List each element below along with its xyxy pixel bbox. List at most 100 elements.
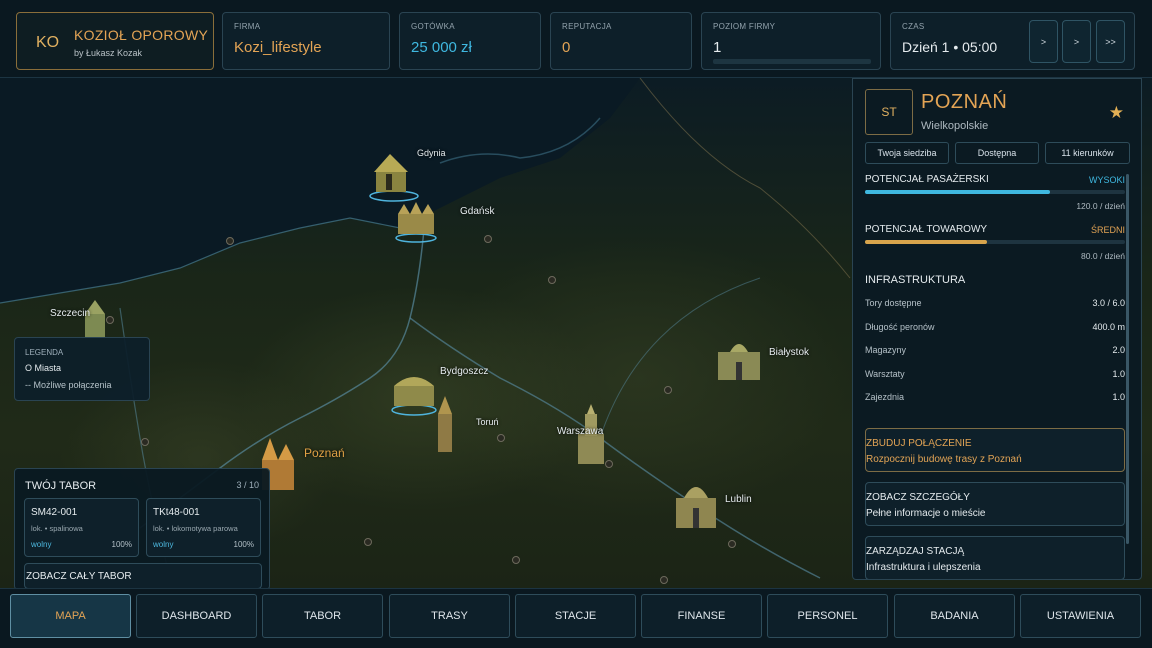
nav-tab-ustawienia[interactable]: USTAWIENIA bbox=[1020, 594, 1141, 638]
level-label: POZIOM FIRMY bbox=[713, 22, 776, 31]
passenger-potential-rating: WYSOKI bbox=[1088, 175, 1125, 185]
bialystok-landmark-icon[interactable] bbox=[714, 334, 764, 382]
level-value: 1 bbox=[713, 39, 722, 56]
city-label-warszawa[interactable]: Warszawa bbox=[557, 426, 603, 437]
infra-label: Magazyny bbox=[865, 345, 907, 355]
time-value: Dzień 1 • 05:00 bbox=[902, 39, 998, 55]
firm-box: FIRMA Kozi_lifestyle bbox=[222, 12, 390, 70]
nav-tab-mapa[interactable]: MAPA bbox=[10, 594, 131, 638]
torun-landmark-icon[interactable] bbox=[432, 396, 458, 454]
fleet-count: 3 / 10 bbox=[236, 480, 259, 490]
logo-initials: KO bbox=[36, 34, 60, 51]
manage-station-subtitle: Infrastruktura i ulepszenia bbox=[866, 562, 981, 573]
manage-station-title: ZARZĄDZAJ STACJĄ bbox=[866, 546, 965, 557]
cash-value: 25 000 zł bbox=[411, 39, 472, 56]
speed-2-button[interactable]: > bbox=[1062, 20, 1091, 63]
nav-tab-trasy[interactable]: TRASY bbox=[389, 594, 510, 638]
infra-row: Warsztaty 1.0 bbox=[865, 369, 1125, 379]
map-node[interactable] bbox=[497, 434, 505, 442]
reputation-value: 0 bbox=[562, 39, 571, 56]
nav-tab-dashboard[interactable]: DASHBOARD bbox=[136, 594, 257, 638]
nav-tab-personel[interactable]: PERSONEL bbox=[767, 594, 888, 638]
build-connection-subtitle: Rozpocznij budowę trasy z Poznań bbox=[866, 454, 1022, 465]
map-node[interactable] bbox=[141, 438, 149, 446]
panel-scrollbar[interactable] bbox=[1126, 174, 1129, 544]
fleet-title: TWÓJ TABOR bbox=[25, 480, 97, 492]
tag-headquarters: Twoja siedziba bbox=[865, 142, 949, 164]
map-node[interactable] bbox=[660, 576, 668, 584]
infra-value: 1.0 bbox=[1112, 369, 1125, 379]
map-node[interactable] bbox=[512, 556, 520, 564]
cargo-potential-rating: ŚREDNI bbox=[1090, 225, 1125, 235]
city-label-gdansk[interactable]: Gdańsk bbox=[460, 206, 494, 217]
city-label-torun[interactable]: Toruń bbox=[476, 417, 499, 427]
vehicle-card[interactable]: TKt48-001 lok. • lokomotywa parowa wolny… bbox=[146, 498, 261, 557]
map-node[interactable] bbox=[728, 540, 736, 548]
vehicle-condition: 100% bbox=[111, 540, 132, 549]
firm-value: Kozi_lifestyle bbox=[234, 39, 322, 56]
map-node[interactable] bbox=[226, 237, 234, 245]
legend-cities: O Miasta bbox=[25, 363, 62, 373]
cash-label: GOTÓWKA bbox=[411, 22, 455, 31]
szczecin-landmark-icon[interactable] bbox=[80, 300, 110, 340]
gdynia-landmark-icon[interactable] bbox=[366, 148, 422, 204]
infra-row: Tory dostępne 3.0 / 6.0 bbox=[865, 298, 1125, 308]
tag-available: Dostępna bbox=[955, 142, 1039, 164]
time-box: CZAS Dzień 1 • 05:00 > > >> bbox=[890, 12, 1135, 70]
infrastructure-title: INFRASTRUKTURA bbox=[865, 274, 966, 286]
city-label-lublin[interactable]: Lublin bbox=[725, 494, 752, 505]
vehicle-id: TKt48-001 bbox=[153, 507, 200, 518]
legend-title: LEGENDA bbox=[25, 348, 64, 357]
gdansk-landmark-icon[interactable] bbox=[392, 200, 440, 244]
vehicle-id: SM42-001 bbox=[31, 507, 78, 518]
infra-label: Długość peronów bbox=[865, 322, 935, 332]
bottom-nav: MAPA DASHBOARD TABOR TRASY STACJE FINANS… bbox=[0, 588, 1152, 648]
build-connection-button[interactable]: ZBUDUJ POŁĄCZENIE Rozpocznij budowę tras… bbox=[865, 428, 1125, 472]
favorite-star-icon[interactable]: ★ bbox=[1109, 103, 1124, 123]
top-bar: KO KOZIOŁ OPOROWY by Łukasz Kozak FIRMA … bbox=[0, 0, 1152, 78]
infra-label: Zajezdnia bbox=[865, 392, 905, 402]
vehicle-condition: 100% bbox=[233, 540, 254, 549]
game-screen: Gdynia Gdańsk Szczecin Bydgoszcz Toruń B… bbox=[0, 0, 1152, 648]
city-region: Wielkopolskie bbox=[921, 120, 989, 132]
city-label-gdynia[interactable]: Gdynia bbox=[417, 148, 446, 158]
reputation-box: REPUTACJA 0 bbox=[550, 12, 692, 70]
map-node[interactable] bbox=[664, 386, 672, 394]
map-node[interactable] bbox=[484, 235, 492, 243]
vehicle-card[interactable]: SM42-001 lok. • spalinowa wolny 100% bbox=[24, 498, 139, 557]
map-node[interactable] bbox=[364, 538, 372, 546]
nav-tab-badania[interactable]: BADANIA bbox=[894, 594, 1015, 638]
city-label-bydgoszcz[interactable]: Bydgoszcz bbox=[440, 366, 488, 377]
speed-1-button[interactable]: > bbox=[1029, 20, 1058, 63]
view-details-button[interactable]: ZOBACZ SZCZEGÓŁY Pełne informacje o mieś… bbox=[865, 482, 1125, 526]
nav-tab-tabor[interactable]: TABOR bbox=[262, 594, 383, 638]
city-details-panel: ST POZNAŃ Wielkopolskie ★ Twoja siedziba… bbox=[852, 78, 1142, 580]
company-title: KOZIOŁ OPOROWY bbox=[74, 27, 209, 43]
nav-tab-finanse[interactable]: FINANSE bbox=[641, 594, 762, 638]
passenger-potential-value: 120.0 / dzień bbox=[1076, 201, 1125, 211]
build-connection-title: ZBUDUJ POŁĄCZENIE bbox=[866, 438, 972, 449]
vehicle-status: wolny bbox=[31, 540, 52, 549]
company-logo-box[interactable]: KO KOZIOŁ OPOROWY by Łukasz Kozak bbox=[16, 12, 214, 70]
cargo-potential-bar bbox=[865, 240, 1125, 244]
passenger-potential-bar bbox=[865, 190, 1125, 194]
map-node[interactable] bbox=[548, 276, 556, 284]
infra-row: Zajezdnia 1.0 bbox=[865, 392, 1125, 402]
manage-station-button[interactable]: ZARZĄDZAJ STACJĄ Infrastruktura i ulepsz… bbox=[865, 536, 1125, 579]
view-all-fleet-button[interactable]: ZOBACZ CAŁY TABOR bbox=[24, 563, 262, 589]
speed-3-button[interactable]: >> bbox=[1096, 20, 1125, 63]
nav-tab-stacje[interactable]: STACJE bbox=[515, 594, 636, 638]
city-label-szczecin[interactable]: Szczecin bbox=[50, 308, 90, 319]
vehicle-status: wolny bbox=[153, 540, 174, 549]
author-credit: by Łukasz Kozak bbox=[74, 48, 143, 58]
city-label-bialystok[interactable]: Białystok bbox=[769, 347, 809, 358]
city-name: POZNAŃ bbox=[921, 91, 1008, 113]
infra-label: Warsztaty bbox=[865, 369, 905, 379]
firm-label: FIRMA bbox=[234, 22, 261, 31]
map-legend: LEGENDA O Miasta -- Możliwe połączenia bbox=[14, 337, 150, 401]
reputation-label: REPUTACJA bbox=[562, 22, 612, 31]
city-label-poznan[interactable]: Poznań bbox=[304, 446, 345, 460]
lublin-landmark-icon[interactable] bbox=[670, 474, 722, 530]
legend-connections: -- Możliwe połączenia bbox=[25, 380, 112, 390]
time-label: CZAS bbox=[902, 22, 925, 31]
